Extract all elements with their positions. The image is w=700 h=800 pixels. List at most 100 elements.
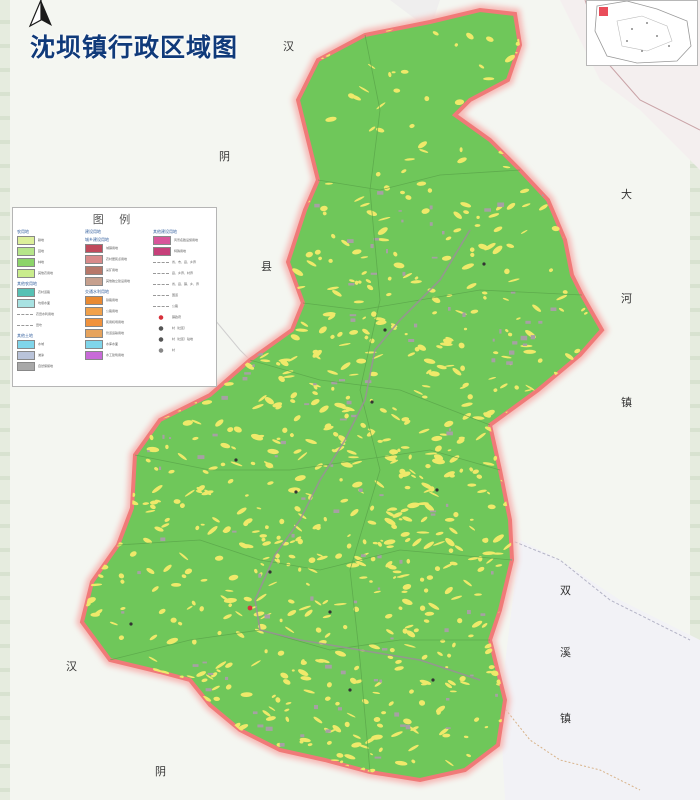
farmland-patch	[561, 121, 565, 125]
legend-label: 特殊用地	[174, 248, 187, 253]
farmland-patch	[91, 539, 96, 543]
farmland-patch	[363, 19, 368, 23]
farmland-patch	[272, 269, 283, 277]
farmland-patch	[591, 501, 598, 505]
farmland-patch	[96, 539, 106, 548]
village-marker[interactable]	[482, 262, 486, 266]
farmland-patch	[557, 411, 561, 415]
settlement-patch	[554, 544, 562, 550]
farmland-patch	[556, 541, 564, 547]
village-marker[interactable]	[348, 688, 352, 692]
village-marker[interactable]	[234, 458, 238, 462]
settlement-patch	[517, 517, 524, 519]
village-marker[interactable]	[129, 622, 133, 626]
farmland-patch	[253, 166, 263, 172]
legend-item: 水工建筑用地	[85, 350, 130, 360]
farmland-patch	[267, 284, 275, 291]
farmland-patch	[237, 47, 244, 51]
farmland-patch	[582, 543, 593, 550]
settlement-patch	[358, 488, 363, 492]
farmland-patch	[309, 775, 317, 780]
farmland-patch	[550, 544, 562, 552]
legend-item: 滩涂	[17, 350, 54, 360]
settlement-patch	[205, 688, 212, 692]
settlement-patch	[430, 510, 437, 513]
legend-label: 其他建设用地	[153, 229, 177, 234]
legend-title: 图 例	[92, 213, 137, 226]
settlement-patch	[484, 208, 491, 212]
farmland-patch	[82, 713, 96, 717]
legend-swatch	[85, 328, 103, 338]
village-marker[interactable]	[431, 678, 435, 682]
farmland-patch	[524, 533, 528, 536]
farmland-patch	[560, 533, 565, 537]
settlement-patch	[265, 726, 273, 731]
settlement-patch	[445, 503, 449, 507]
farmland-patch	[92, 687, 101, 691]
farmland-patch	[216, 359, 221, 362]
farmland-patch	[149, 133, 158, 141]
legend-label: 省、县、镇、乡、界	[172, 281, 200, 286]
location-inset-map[interactable]	[586, 0, 698, 66]
settlement-patch	[530, 335, 536, 340]
settlement-patch	[197, 455, 205, 459]
farmland-patch	[306, 765, 313, 770]
village-marker[interactable]	[328, 610, 332, 614]
legend-item: 农村居民点用地	[85, 254, 130, 264]
settlement-patch	[346, 400, 352, 405]
legend-label: 公路用地	[106, 308, 119, 313]
farmland-patch	[197, 180, 204, 185]
legend-label: 管道运输用地	[106, 330, 125, 335]
farmland-patch	[186, 744, 190, 748]
farmland-patch	[82, 568, 85, 571]
settlement-patch	[225, 676, 229, 680]
legend-item: 村（社区）	[153, 324, 199, 332]
legend-column: 其他建设用地 风景名胜设施用地 特殊用地 省、市、县、乡界 县、乡界、村界 省、县、镇、乡…	[153, 226, 199, 357]
farmland-patch	[112, 742, 123, 747]
farmland-patch	[150, 391, 157, 397]
settlement-patch	[297, 769, 301, 771]
settlement-patch	[382, 648, 388, 651]
village-marker[interactable]	[370, 400, 374, 404]
settlement-patch	[348, 283, 355, 286]
farmland-patch	[562, 182, 570, 188]
settlement-patch	[169, 437, 172, 439]
legend-label: 村（社区）	[172, 325, 188, 330]
farmland-patch	[260, 78, 271, 87]
legend-item: 镇政府	[153, 313, 199, 321]
farmland-patch	[551, 482, 556, 485]
legend-swatch	[153, 324, 169, 332]
farmland-patch	[315, 785, 326, 791]
farmland-patch	[348, 773, 357, 780]
legend-item: 公路	[153, 302, 199, 310]
farmland-patch	[143, 716, 153, 721]
village-marker[interactable]	[294, 490, 298, 494]
farmland-patch	[235, 104, 239, 108]
farmland-patch	[523, 474, 531, 480]
farmland-patch	[126, 426, 134, 433]
settlement-patch	[499, 635, 504, 639]
legend-swatch	[153, 272, 169, 274]
farmland-patch	[145, 733, 153, 736]
settlement-patch	[141, 388, 145, 391]
farmland-patch	[547, 450, 554, 454]
farmland-patch	[285, 20, 293, 26]
settlement-patch	[414, 323, 418, 328]
legend-label: 水库水面	[106, 341, 119, 346]
farmland-patch	[82, 757, 84, 763]
farmland-patch	[577, 373, 582, 377]
farmland-patch	[84, 420, 88, 424]
neighbor-label: 阴	[155, 765, 166, 778]
farmland-patch	[232, 741, 244, 748]
farmland-patch	[562, 178, 572, 183]
village-marker[interactable]	[435, 488, 439, 492]
settlement-patch	[207, 672, 214, 675]
legend-swatch	[17, 268, 35, 278]
map-view[interactable]: 沈坝镇行政区域图 汉 阴 县 大 河 镇 双 溪 镇 汉 阴 图 例 农用地 耕地…	[0, 0, 700, 800]
village-marker[interactable]	[268, 570, 272, 574]
legend-item: 其他独立建设用地	[85, 276, 130, 286]
village-marker[interactable]	[383, 328, 387, 332]
town-government-marker[interactable]	[247, 605, 253, 611]
farmland-patch	[216, 732, 226, 735]
legend-swatch	[85, 295, 103, 305]
